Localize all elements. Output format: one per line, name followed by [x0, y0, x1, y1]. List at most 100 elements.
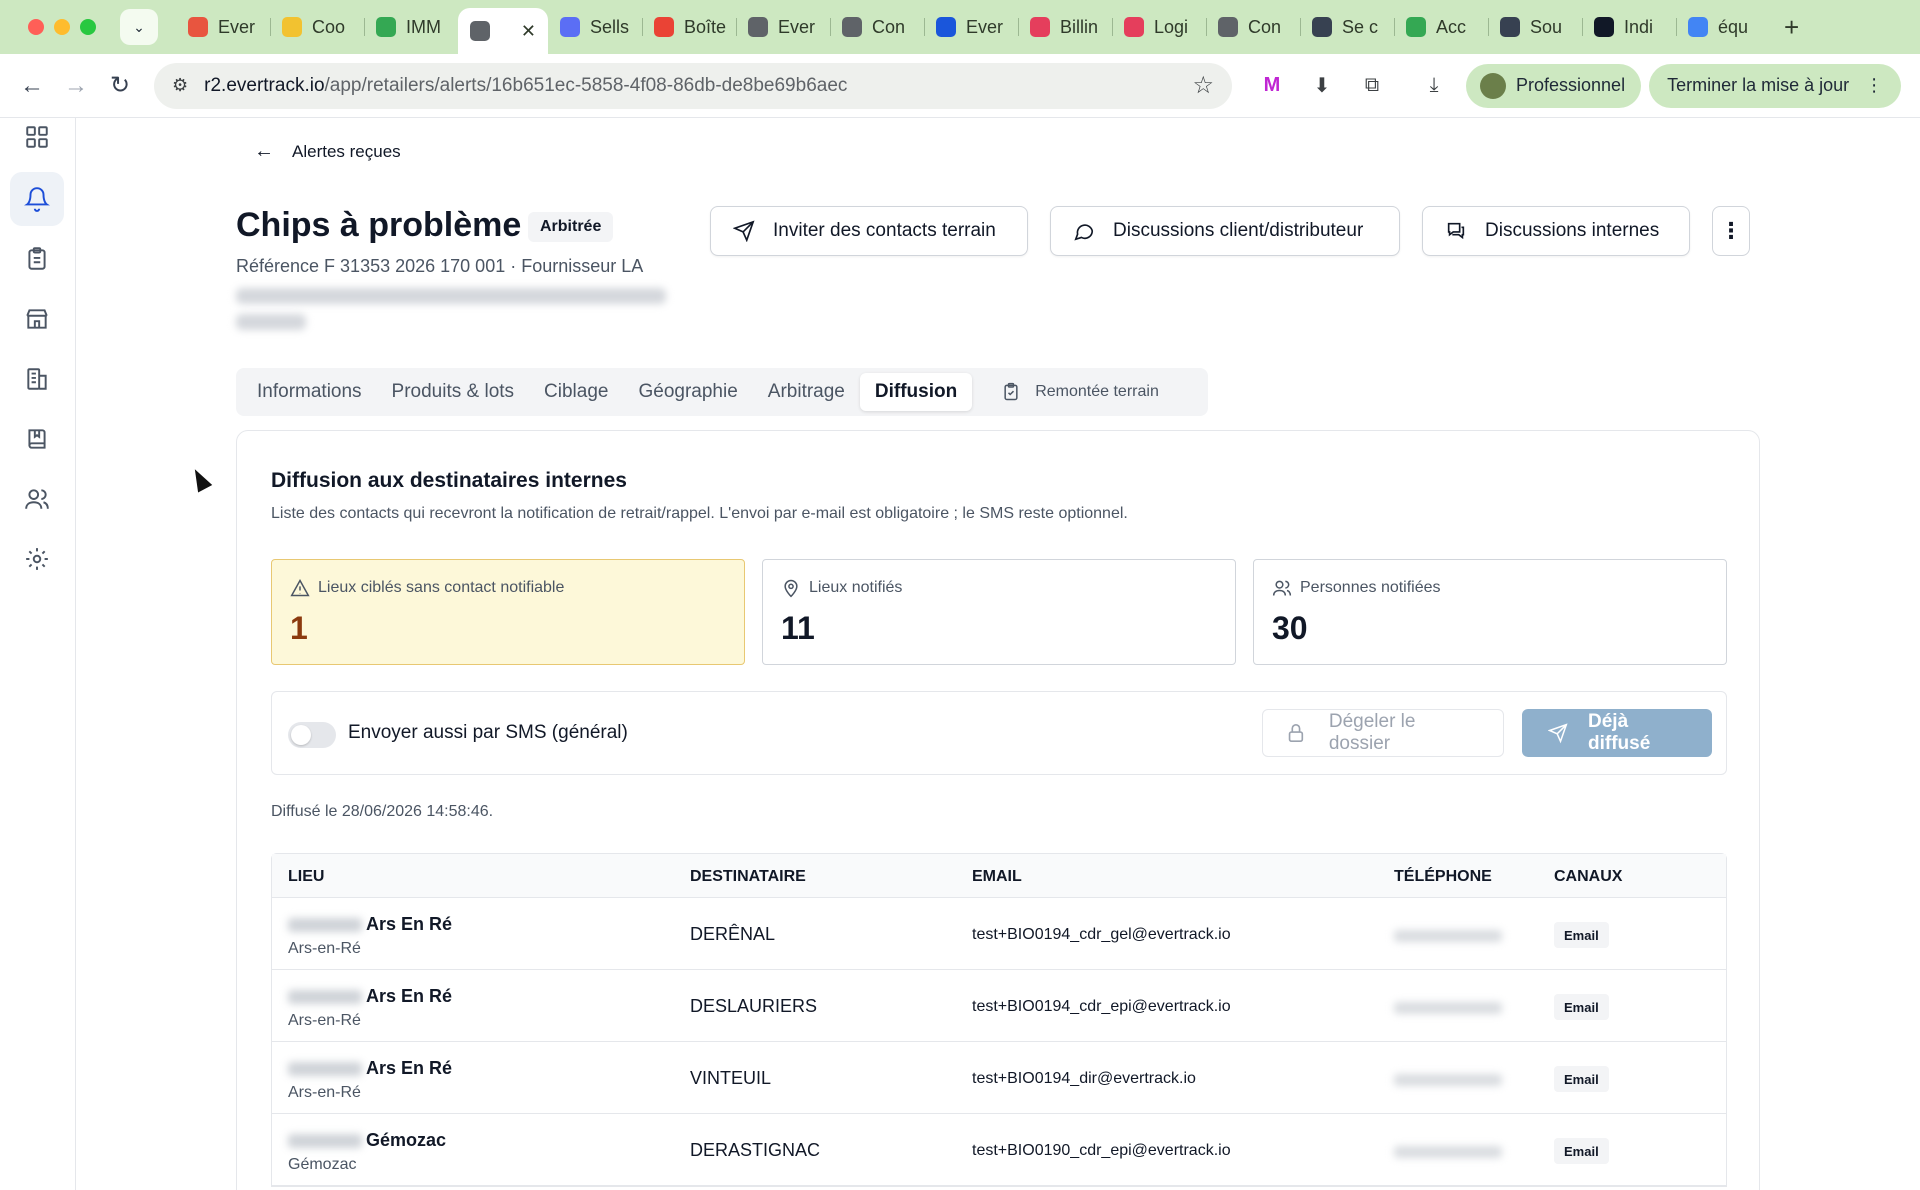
downloads-icon[interactable]: ⤓ [1416, 68, 1452, 104]
puzzle-extensions-icon[interactable]: ⧉ [1354, 68, 1390, 104]
back-arrow-icon[interactable]: ← [12, 66, 52, 106]
diffusion-panel: Diffusion aux destinataires internes Lis… [236, 430, 1760, 1190]
redacted-prefix [288, 917, 362, 932]
already-diffused-button[interactable]: Déjà diffusé [1522, 709, 1712, 757]
sidebar-item-buildings[interactable] [10, 352, 64, 406]
profile-button[interactable]: Professionnel [1466, 63, 1642, 108]
tab-label: Ever [966, 16, 1004, 37]
favicon-icon [748, 17, 768, 37]
recipient-name: DESLAURIERS [690, 996, 818, 1016]
redacted-phone [1394, 1074, 1502, 1086]
browser-tab[interactable]: Ever [176, 8, 270, 46]
column-lieu: LIEU [288, 868, 325, 885]
channel-badge: Email [1554, 1066, 1609, 1092]
tab-label: Con [1248, 16, 1282, 37]
warning-icon [290, 578, 310, 597]
forward-arrow-icon[interactable]: → [56, 66, 96, 106]
sidebar-item-dashboard[interactable] [10, 110, 64, 164]
users-icon [1272, 580, 1292, 596]
stat-value: 11 [781, 610, 815, 646]
sidebar-item-users[interactable] [10, 472, 64, 526]
tab-produits-lots[interactable]: Produits & lots [377, 373, 530, 411]
reload-icon[interactable]: ↻ [100, 66, 140, 106]
download-extension-icon[interactable]: ⬇ [1304, 68, 1340, 104]
browser-tab-active[interactable]: ✕ [458, 8, 548, 54]
location-label: Ars En Ré [366, 986, 453, 1006]
recipient-email: test+BIO0194_cdr_gel@evertrack.io [972, 926, 1231, 943]
invite-contacts-button[interactable]: Inviter des contacts terrain [710, 206, 1028, 256]
location-city: Ars-en-Ré [288, 1084, 361, 1101]
tab-ciblage[interactable]: Ciblage [529, 373, 623, 411]
tab-diffusion[interactable]: Diffusion [859, 373, 973, 411]
tab-informations[interactable]: Informations [242, 373, 377, 411]
update-button[interactable]: Terminer la mise à jour ⋮ [1649, 63, 1902, 108]
browser-toolbar: ← → ↻ ⚙ r2.evertrack.io /app/retailers/a… [0, 54, 1920, 118]
tab-label: Boîte [684, 16, 727, 37]
tab-label: Arbitrage [767, 381, 845, 402]
browser-tab[interactable]: Sou [1488, 8, 1582, 46]
recipient-name: DERÊNAL [690, 924, 776, 944]
address-bar[interactable]: ⚙ r2.evertrack.io /app/retailers/alerts/… [154, 62, 1232, 109]
thaw-file-button[interactable]: Dégeler le dossier [1262, 709, 1504, 757]
tab-label: Informations [257, 381, 362, 402]
sms-toggle[interactable] [288, 722, 336, 748]
extension-icon[interactable]: M [1254, 68, 1290, 104]
column-telephone: TÉLÉPHONE [1394, 868, 1492, 885]
avatar [1480, 72, 1506, 99]
tab-label: Sells [590, 16, 630, 37]
tab-géographie[interactable]: Géographie [623, 373, 752, 411]
internal-discussions-button[interactable]: Discussions internes [1422, 206, 1690, 256]
favicon-icon [1594, 17, 1614, 37]
site-settings-icon[interactable]: ⚙ [172, 75, 188, 96]
window-controls [28, 19, 96, 35]
gear-icon [26, 548, 48, 570]
browser-tab[interactable]: Acc [1394, 8, 1488, 46]
location-name: Ars En Ré [288, 1058, 452, 1079]
mouse-cursor [187, 465, 213, 493]
browser-tab[interactable]: IMM [364, 8, 458, 46]
stat-label: Personnes notifiées [1300, 579, 1441, 596]
browser-tab[interactable]: Coo [270, 8, 364, 46]
browser-tab[interactable]: Ever [736, 8, 830, 46]
browser-tab[interactable]: Con [1206, 8, 1300, 46]
client-discussions-button[interactable]: Discussions client/distributeur [1050, 206, 1400, 256]
browser-tab[interactable]: Sells [548, 8, 642, 46]
minimize-window-button[interactable] [54, 19, 70, 35]
recipient-email: test+BIO0194_dir@evertrack.io [972, 1070, 1196, 1087]
maximize-window-button[interactable] [80, 19, 96, 35]
stat-value: 1 [290, 610, 308, 646]
browser-tab[interactable]: Indi [1582, 8, 1676, 46]
tab-remontée-terrain[interactable]: Remontée terrain [986, 373, 1174, 411]
browser-tab[interactable]: Billin [1018, 8, 1112, 46]
tab-arbitrage[interactable]: Arbitrage [753, 373, 860, 411]
browser-tab[interactable]: Ever [924, 8, 1018, 46]
tab-search-button[interactable]: ⌄ [120, 9, 158, 45]
table-row: Ars En Ré Ars-en-Ré VINTEUIL test+BIO0194_d… [272, 1042, 1726, 1114]
client-discussions-label: Discussions client/distributeur [1113, 220, 1364, 241]
new-tab-button[interactable]: + [1784, 12, 1799, 43]
diffuse-label: Déjà diffusé [1588, 711, 1651, 754]
back-link[interactable]: ← Alertes reçues [254, 140, 401, 163]
bookmark-star-icon[interactable]: ☆ [1192, 71, 1214, 100]
sidebar-item-stores[interactable] [10, 292, 64, 346]
tab-label: Indi [1624, 16, 1654, 37]
tab-label: Produits & lots [391, 381, 515, 402]
more-options-button[interactable]: ⋮ [1712, 206, 1750, 256]
favicon-icon [842, 17, 862, 37]
tab-label: Billin [1060, 16, 1099, 37]
close-tab-icon[interactable]: ✕ [521, 21, 536, 42]
sidebar-item-tasks[interactable] [10, 232, 64, 286]
sidebar-item-alerts[interactable] [10, 172, 64, 226]
browser-tab[interactable]: Boîte [642, 8, 736, 46]
browser-tab[interactable]: Se c [1300, 8, 1394, 46]
invite-label: Inviter des contacts terrain [773, 220, 996, 241]
browser-tab[interactable]: équ [1676, 8, 1770, 46]
sidebar-item-catalog[interactable] [10, 412, 64, 466]
section-title: Diffusion aux destinataires internes [271, 469, 627, 492]
browser-tab[interactable]: Con [830, 8, 924, 46]
sidebar-item-settings[interactable] [10, 532, 64, 586]
browser-tab[interactable]: Logi [1112, 8, 1206, 46]
favicon-icon [282, 17, 302, 37]
favicon-icon [1312, 17, 1332, 37]
close-window-button[interactable] [28, 19, 44, 35]
